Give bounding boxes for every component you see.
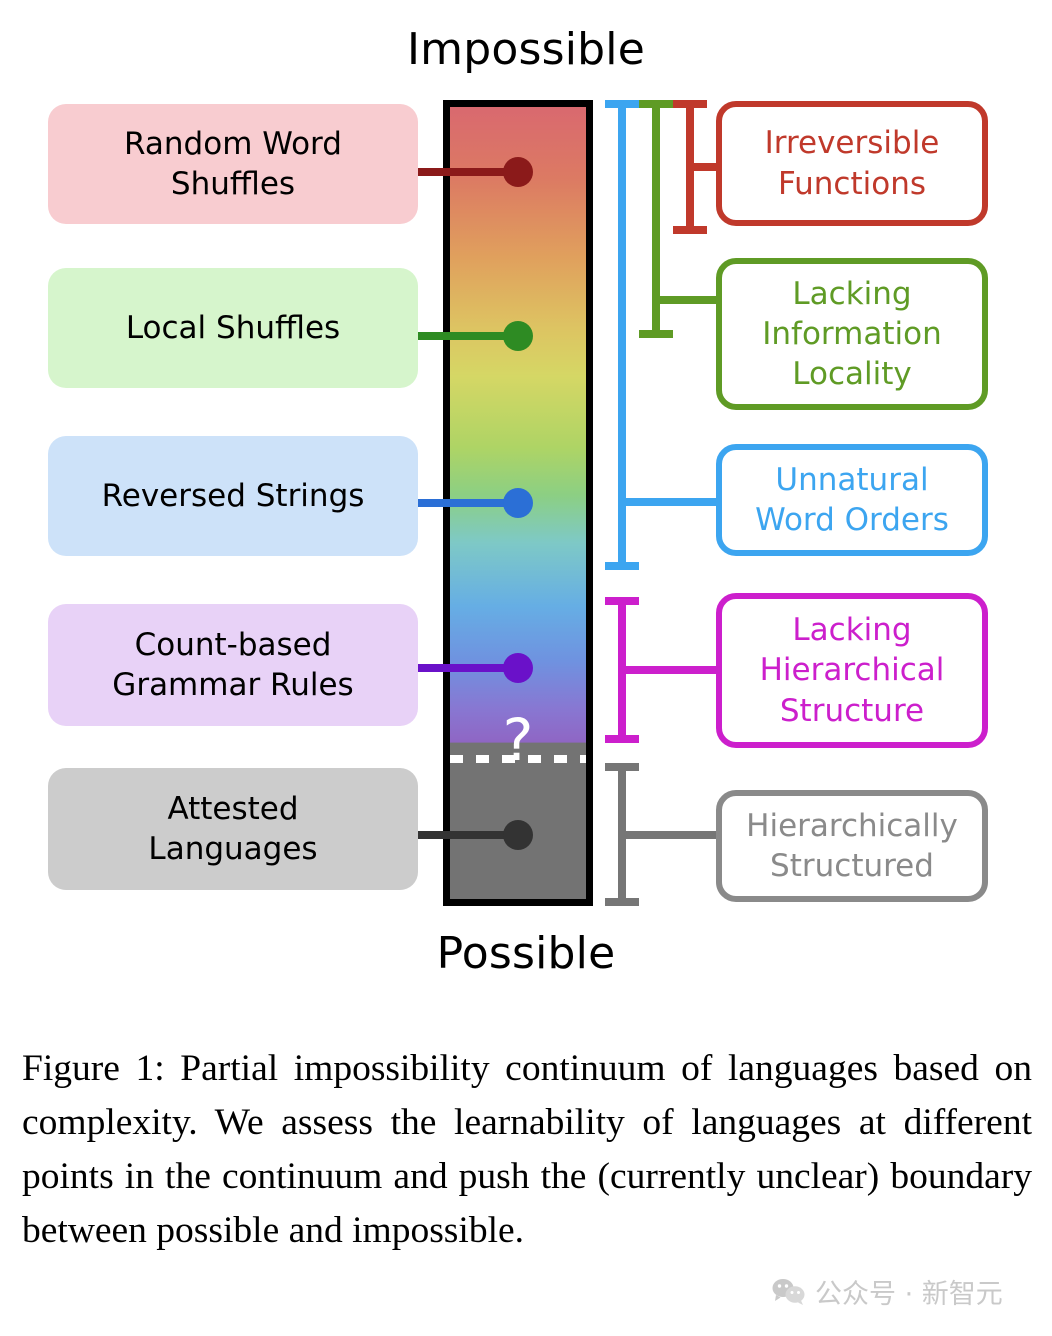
category-hierarchically-structured[interactable]: Hierarchically Structured [716, 790, 988, 902]
category-lacking-hierarchical-structure[interactable]: Lacking Hierarchical Structure [716, 593, 988, 748]
marker-dot-random-word-shuffles [503, 157, 533, 187]
watermark: 公众号 · 新智元 [772, 1272, 1003, 1311]
left-item-random-word-shuffles[interactable]: Random Word Shuffles [48, 104, 418, 224]
marker-dot-attested-languages [503, 820, 533, 850]
category-label: Lacking Information Locality [762, 275, 942, 393]
pole-label-impossible: Impossible [407, 24, 645, 75]
left-item-attested-languages[interactable]: Attested Languages [48, 768, 418, 890]
marker-dot-reversed-strings [503, 488, 533, 518]
left-item-label: Count-based Grammar Rules [112, 626, 354, 703]
left-item-label: Attested Languages [148, 790, 318, 867]
left-item-reversed-strings[interactable]: Reversed Strings [48, 436, 418, 556]
pole-label-possible: Possible [436, 928, 616, 979]
marker-dot-local-shuffles [503, 321, 533, 351]
wechat-icon [772, 1278, 805, 1305]
boundary-question-mark: ? [502, 706, 534, 774]
left-item-label: Reversed Strings [101, 477, 365, 514]
impossibility-continuum-figure: Impossible ? Random Word Shuffles Local S… [0, 0, 1052, 1010]
category-lacking-information-locality[interactable]: Lacking Information Locality [716, 258, 988, 410]
category-label: Hierarchically Structured [746, 807, 958, 884]
left-item-count-based-grammar-rules[interactable]: Count-based Grammar Rules [48, 604, 418, 726]
left-item-label: Local Shuffles [125, 309, 341, 346]
category-label: Irreversible Functions [764, 125, 940, 202]
figure-caption: Figure 1: Partial impossibility continuu… [22, 1048, 1032, 1251]
category-irreversible-functions[interactable]: Irreversible Functions [716, 101, 988, 226]
category-label: Lacking Hierarchical Structure [759, 612, 945, 729]
left-item-local-shuffles[interactable]: Local Shuffles [48, 268, 418, 388]
marker-dot-count-based-grammar-rules [503, 653, 533, 683]
category-unnatural-word-orders[interactable]: Unnatural Word Orders [716, 444, 988, 556]
category-label: Unnatural Word Orders [755, 461, 949, 538]
watermark-text: 公众号 · 新智元 [815, 1279, 1003, 1310]
left-item-label: Random Word Shuffles [124, 125, 342, 202]
